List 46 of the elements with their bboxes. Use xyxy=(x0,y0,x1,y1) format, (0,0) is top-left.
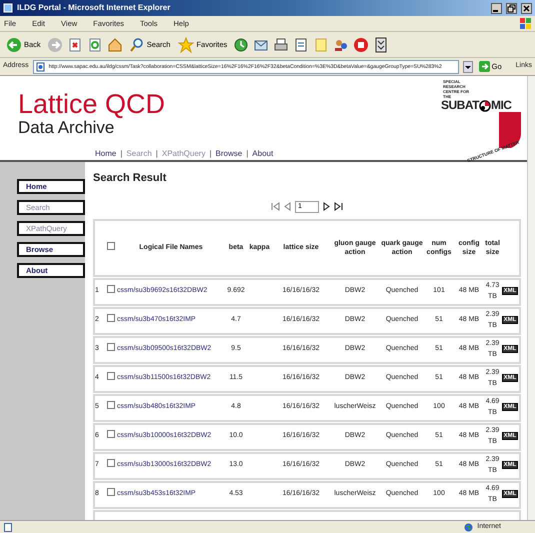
stop-icon[interactable] xyxy=(66,36,83,52)
go-arrow-icon xyxy=(478,61,490,72)
printer-icon[interactable] xyxy=(273,36,290,52)
nav-separator: | xyxy=(120,148,122,160)
nav-separator: | xyxy=(246,148,248,160)
previous-page-icon[interactable] xyxy=(284,202,291,211)
nav-link[interactable]: Browse xyxy=(216,148,242,160)
site-subtitle: Data Archive xyxy=(18,118,114,138)
minimize-icon[interactable] xyxy=(491,2,502,14)
atom-icon xyxy=(478,100,491,112)
nav-separator: | xyxy=(156,148,158,160)
checkbox[interactable] xyxy=(107,314,115,322)
first-page-icon[interactable] xyxy=(271,202,280,211)
window-icon xyxy=(3,3,13,13)
nav-link[interactable]: Home xyxy=(95,148,116,160)
search-icon xyxy=(128,36,145,52)
restore-icon[interactable] xyxy=(506,2,517,14)
windows-logo-icon xyxy=(519,16,531,30)
close-icon[interactable] xyxy=(521,2,532,14)
checkbox[interactable] xyxy=(107,343,115,352)
checkbox[interactable] xyxy=(107,488,115,496)
nav-separator: | xyxy=(209,148,212,160)
checkbox[interactable] xyxy=(107,285,115,294)
refresh-icon[interactable] xyxy=(86,36,103,52)
window-title: ILDG Portal - Microsoft Internet Explorer xyxy=(17,2,172,14)
page-icon xyxy=(4,522,12,532)
last-page-icon[interactable] xyxy=(334,202,343,211)
logo-text: MIC xyxy=(490,99,512,112)
home-icon[interactable] xyxy=(106,36,123,52)
clock-icon[interactable] xyxy=(233,36,250,52)
checkbox[interactable] xyxy=(107,401,115,410)
next-page-icon[interactable] xyxy=(323,202,330,211)
checkbox[interactable] xyxy=(107,242,115,250)
page-icon xyxy=(36,62,45,72)
nav-link[interactable]: About xyxy=(252,148,274,160)
checkbox[interactable] xyxy=(107,459,115,468)
star-icon xyxy=(178,36,194,52)
globe-icon xyxy=(464,522,474,532)
dropdown-icon[interactable] xyxy=(462,60,473,72)
site-title: Lattice QCD xyxy=(18,90,166,118)
vertical-scrollbar[interactable] xyxy=(527,76,535,520)
page-heading: Search Result xyxy=(93,171,168,186)
logo-text: SUBAT xyxy=(441,99,479,112)
checkbox[interactable] xyxy=(107,372,115,380)
document-icon[interactable] xyxy=(293,36,310,52)
checkbox[interactable] xyxy=(107,430,115,438)
